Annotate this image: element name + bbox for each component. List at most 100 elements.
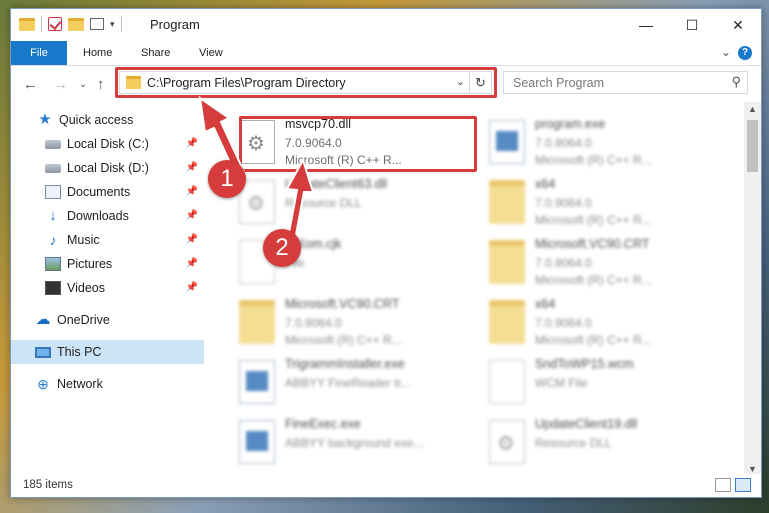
file-version: 7.0.9064.0 (535, 316, 592, 330)
file-name: x64 (535, 297, 556, 311)
up-button[interactable]: ↑ (97, 76, 105, 93)
search-icon[interactable]: ⚲ (731, 74, 741, 90)
sidebar-item-label: Network (57, 377, 103, 391)
minimize-button[interactable]: — (623, 9, 669, 41)
expand-ribbon-icon[interactable]: ⌄ (721, 45, 731, 59)
vertical-scrollbar[interactable]: ▲ ▼ (744, 102, 761, 476)
file-description: Microsoft (R) C++ R... (535, 273, 652, 287)
file-item[interactable]: UpdateClient19.dll Resource DLL (483, 414, 723, 470)
pin-icon[interactable]: 📌 (186, 186, 198, 197)
chevron-down-icon[interactable]: ▾ (110, 19, 115, 30)
scrollbar-thumb[interactable] (747, 120, 758, 172)
sidebar-item-downloads[interactable]: ↓ Downloads 📌 (11, 204, 204, 228)
file-description: Microsoft (R) C++ R... (285, 333, 402, 347)
sidebar-item-label: Documents (67, 185, 131, 199)
sidebar-item-label: Local Disk (C:) (67, 137, 149, 151)
properties-check-icon[interactable] (48, 17, 62, 31)
file-list: msvcp70.dll 7.0.9064.0 Microsoft (R) C++… (207, 102, 745, 476)
documents-icon (45, 185, 61, 199)
folder-icon[interactable] (19, 17, 35, 31)
file-description: Resource DLL (285, 196, 362, 210)
file-name: TrigrammInstaller.exe (285, 357, 405, 371)
file-version: 7.0.9064.0 (535, 256, 592, 270)
tab-share[interactable]: Share (127, 41, 184, 65)
forward-button[interactable]: → (53, 76, 68, 93)
file-item[interactable]: program.exe 7.0.9064.0 Microsoft (R) C++… (483, 114, 723, 170)
large-icons-view-icon[interactable] (735, 478, 751, 492)
download-icon: ↓ (49, 207, 57, 224)
file-name: UpdateClient63.dll (285, 177, 388, 191)
scroll-up-icon[interactable]: ▲ (744, 104, 761, 114)
tab-file[interactable]: File (11, 41, 67, 65)
document-file-icon (489, 360, 525, 404)
view-toggle (715, 478, 751, 492)
sidebar-item-label: This PC (57, 345, 102, 359)
exe-file-icon (239, 360, 275, 404)
file-item[interactable]: UpdateClient63.dll Resource DLL (233, 174, 473, 230)
sidebar-item-pictures[interactable]: Pictures 📌 (11, 252, 204, 276)
dll-file-icon (489, 420, 525, 464)
file-description: WCM File (535, 376, 588, 390)
pin-icon[interactable]: 📌 (186, 210, 198, 221)
new-folder-icon[interactable] (68, 17, 84, 31)
file-item[interactable]: Microsoft.VC90.CRT 7.0.9064.0 Microsoft … (233, 294, 473, 350)
sidebar-item-label: Videos (67, 281, 105, 295)
back-button[interactable]: ← (23, 76, 38, 93)
tab-home[interactable]: Home (69, 41, 126, 65)
recent-locations-button[interactable]: ⌄ (79, 79, 87, 90)
file-item[interactable]: Microsoft.VC90.CRT 7.0.9064.0 Microsoft … (483, 234, 723, 290)
folder-icon (489, 300, 525, 344)
exe-file-icon (239, 420, 275, 464)
pin-icon[interactable]: 📌 (186, 258, 198, 269)
file-item[interactable]: x64 7.0.9064.0 Microsoft (R) C++ R... (483, 174, 723, 230)
sidebar-item-music[interactable]: ♪ Music 📌 (11, 228, 204, 252)
pin-icon[interactable]: 📌 (186, 234, 198, 245)
network-icon: ⊕ (37, 376, 49, 392)
sidebar-item-network[interactable]: ⊕ Network (11, 372, 204, 396)
file-name: x64 (535, 177, 556, 191)
file-name: UpdateClient19.dll (535, 417, 638, 431)
disk-icon (45, 163, 61, 173)
sidebar-item-local-disk-c[interactable]: Local Disk (C:) 📌 (11, 132, 204, 156)
sidebar-item-label: Downloads (67, 209, 129, 223)
sidebar-item-label: Music (67, 233, 100, 247)
callout-badge-1: 1 (208, 160, 246, 198)
file-version: 7.0.9064.0 (285, 316, 342, 330)
sidebar-item-label: Pictures (67, 257, 113, 271)
window-controls: — ☐ ✕ (623, 9, 761, 41)
scroll-down-icon[interactable]: ▼ (744, 464, 761, 474)
tab-view[interactable]: View (185, 41, 237, 65)
file-description: Microsoft (R) C++ R... (535, 213, 652, 227)
search-input[interactable]: Search Program ⚲ (503, 71, 748, 94)
sidebar-item-videos[interactable]: Videos 📌 (11, 276, 204, 300)
sidebar-item-documents[interactable]: Documents 📌 (11, 180, 204, 204)
file-description: ABBYY FineReader tr... (285, 376, 411, 390)
pin-icon[interactable]: 📌 (186, 162, 198, 173)
file-description: Resource DLL (535, 436, 612, 450)
file-item[interactable]: TrigrammInstaller.exe ABBYY FineReader t… (233, 354, 473, 410)
file-description: Microsoft (R) C++ R... (535, 153, 652, 167)
maximize-button[interactable]: ☐ (669, 9, 715, 41)
pictures-icon (45, 257, 61, 271)
title-bar: ▾ Program — ☐ ✕ (11, 9, 761, 41)
help-icon[interactable]: ? (738, 46, 752, 60)
folder-icon (489, 180, 525, 224)
pin-icon[interactable]: 📌 (186, 138, 198, 149)
quick-access-toolbar: ▾ (19, 16, 122, 32)
window-title: Program (150, 17, 200, 32)
sidebar-item-quick-access[interactable]: ★ Quick access (11, 108, 204, 132)
file-item[interactable]: x64 7.0.9064.0 Microsoft (R) C++ R... (483, 294, 723, 350)
divider (41, 16, 42, 32)
pin-icon[interactable]: 📌 (186, 282, 198, 293)
sidebar-item-onedrive[interactable]: ☁ OneDrive (11, 308, 204, 332)
file-item[interactable]: SndToWP15.wcm WCM File (483, 354, 723, 410)
callout-badge-2: 2 (263, 229, 301, 267)
file-item[interactable]: FineExec.exe ABBYY background exe... (233, 414, 473, 470)
customize-icon[interactable] (90, 18, 104, 30)
sidebar-item-local-disk-d[interactable]: Local Disk (D:) 📌 (11, 156, 204, 180)
folder-icon (239, 300, 275, 344)
details-view-icon[interactable] (715, 478, 731, 492)
cloud-icon: ☁ (35, 311, 51, 328)
close-button[interactable]: ✕ (715, 9, 761, 41)
sidebar-item-this-pc[interactable]: This PC (11, 340, 204, 364)
